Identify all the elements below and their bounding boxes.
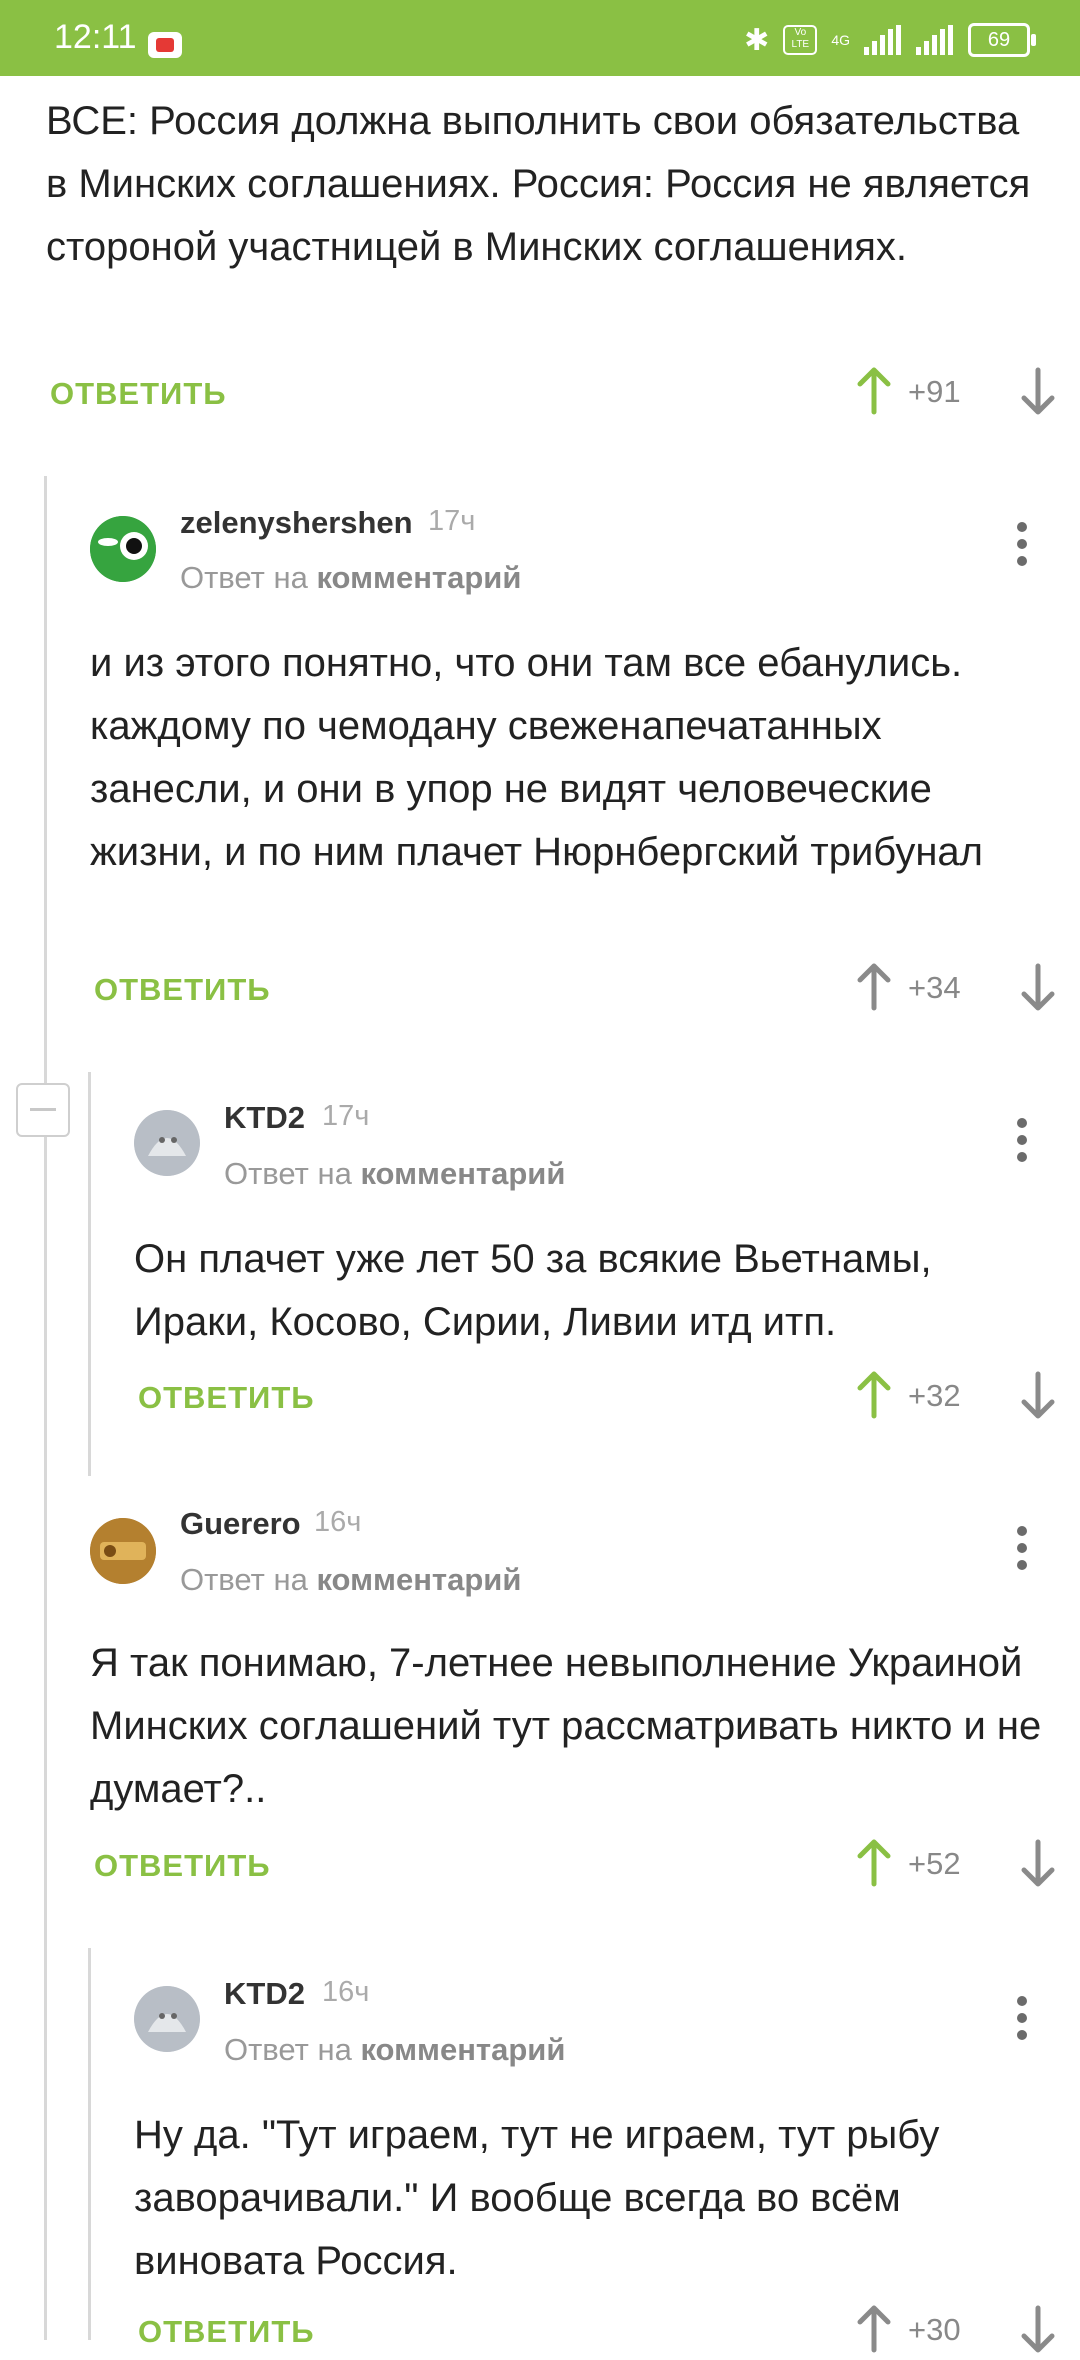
downvote-arrow-icon[interactable] [1016, 1370, 1060, 1420]
more-options-icon[interactable] [1002, 1110, 1042, 1170]
comment-score: +32 [908, 1378, 961, 1413]
comment-age: 16ч [322, 1976, 370, 2008]
avatar[interactable] [90, 1518, 156, 1584]
comment-score: +91 [908, 374, 961, 409]
reply-button[interactable]: ОТВЕТИТЬ [138, 1380, 315, 1416]
comment-text: ВСЕ: Россия должна выполнить свои обязат… [46, 99, 1031, 269]
comment-score: +34 [908, 970, 961, 1005]
reply-to-link[interactable]: комментарий [360, 1156, 565, 1191]
comment-author[interactable]: KTD2 [224, 1100, 305, 1136]
avatar[interactable] [134, 1986, 200, 2052]
comment-author[interactable]: KTD2 [224, 1976, 305, 2012]
reply-to-link[interactable]: комментарий [316, 560, 521, 595]
comment-text: Ну да. "Тут играем, тут не играем, тут р… [134, 2113, 940, 2283]
more-options-icon[interactable] [1002, 1988, 1042, 2048]
upvote-arrow-icon[interactable] [852, 366, 896, 416]
vote-control: +30 [852, 2300, 1055, 2360]
signal-icon-1 [864, 25, 902, 55]
volte-icon: Vo LTE [783, 25, 818, 55]
comment-age: 16ч [314, 1506, 362, 1538]
battery-icon: 69 [968, 23, 1036, 57]
reply-to-prefix: Ответ на [224, 1156, 352, 1191]
reply-to-prefix: Ответ на [180, 560, 308, 595]
status-icons: ✱ Vo LTE 4G 69 [744, 20, 1036, 60]
reply-button[interactable]: ОТВЕТИТЬ [94, 972, 271, 1008]
reply-to-link[interactable]: комментарий [316, 1562, 521, 1597]
comment-author[interactable]: Guerero [180, 1506, 301, 1542]
status-time: 12:11 [54, 18, 137, 56]
downvote-arrow-icon[interactable] [1016, 962, 1060, 1012]
reply-to-line: Ответ на комментарий [224, 1156, 565, 1192]
thread-line-level-2b [88, 1948, 91, 2340]
thread-line-level-2 [88, 1072, 91, 1476]
thread-line-level-1 [44, 476, 47, 2340]
reply-to-prefix: Ответ на [180, 1562, 308, 1597]
comment-text: и из этого понятно, что они там все ебан… [90, 641, 983, 874]
avatar[interactable] [134, 1110, 200, 1176]
vote-control: +91 [852, 362, 1055, 422]
downvote-arrow-icon[interactable] [1016, 1838, 1060, 1888]
status-bar: 12:11 ✱ Vo LTE 4G 69 [0, 0, 1080, 76]
downvote-arrow-icon[interactable] [1016, 2304, 1060, 2354]
vote-control: +32 [852, 1366, 1055, 1426]
upvote-arrow-icon[interactable] [852, 1370, 896, 1420]
more-options-icon[interactable] [1002, 1518, 1042, 1578]
signal-icon-2 [916, 25, 954, 55]
upvote-arrow-icon[interactable] [852, 2304, 896, 2354]
vote-control: +52 [852, 1834, 1055, 1894]
youtube-notification-icon [148, 32, 182, 58]
reply-to-link[interactable]: комментарий [360, 2032, 565, 2067]
reply-to-line: Ответ на комментарий [180, 1562, 521, 1598]
comment-text: Я так понимаю, 7-летнее невыполнение Укр… [90, 1641, 1042, 1811]
reply-to-prefix: Ответ на [224, 2032, 352, 2067]
comment-text: Он плачет уже лет 50 за всякие Вьетнамы,… [134, 1237, 932, 1344]
vote-control: +34 [852, 958, 1055, 1018]
upvote-arrow-icon[interactable] [852, 1838, 896, 1888]
comment-score: +30 [908, 2312, 961, 2347]
reply-to-line: Ответ на комментарий [224, 2032, 565, 2068]
avatar[interactable] [90, 516, 156, 582]
comment-age: 17ч [322, 1100, 370, 1132]
comment-author[interactable]: zelenyshershen [180, 505, 413, 541]
reply-to-line: Ответ на комментарий [180, 560, 521, 596]
reply-button[interactable]: ОТВЕТИТЬ [138, 2314, 315, 2350]
network-type: 4G [831, 32, 850, 48]
reply-button[interactable]: ОТВЕТИТЬ [50, 376, 227, 412]
upvote-arrow-icon[interactable] [852, 962, 896, 1012]
downvote-arrow-icon[interactable] [1016, 366, 1060, 416]
more-options-icon[interactable] [1002, 514, 1042, 574]
reply-button[interactable]: ОТВЕТИТЬ [94, 1848, 271, 1884]
comment-score: +52 [908, 1846, 961, 1881]
collapse-thread-button[interactable] [16, 1083, 70, 1137]
bluetooth-icon: ✱ [744, 23, 770, 57]
comment-age: 17ч [428, 505, 476, 537]
